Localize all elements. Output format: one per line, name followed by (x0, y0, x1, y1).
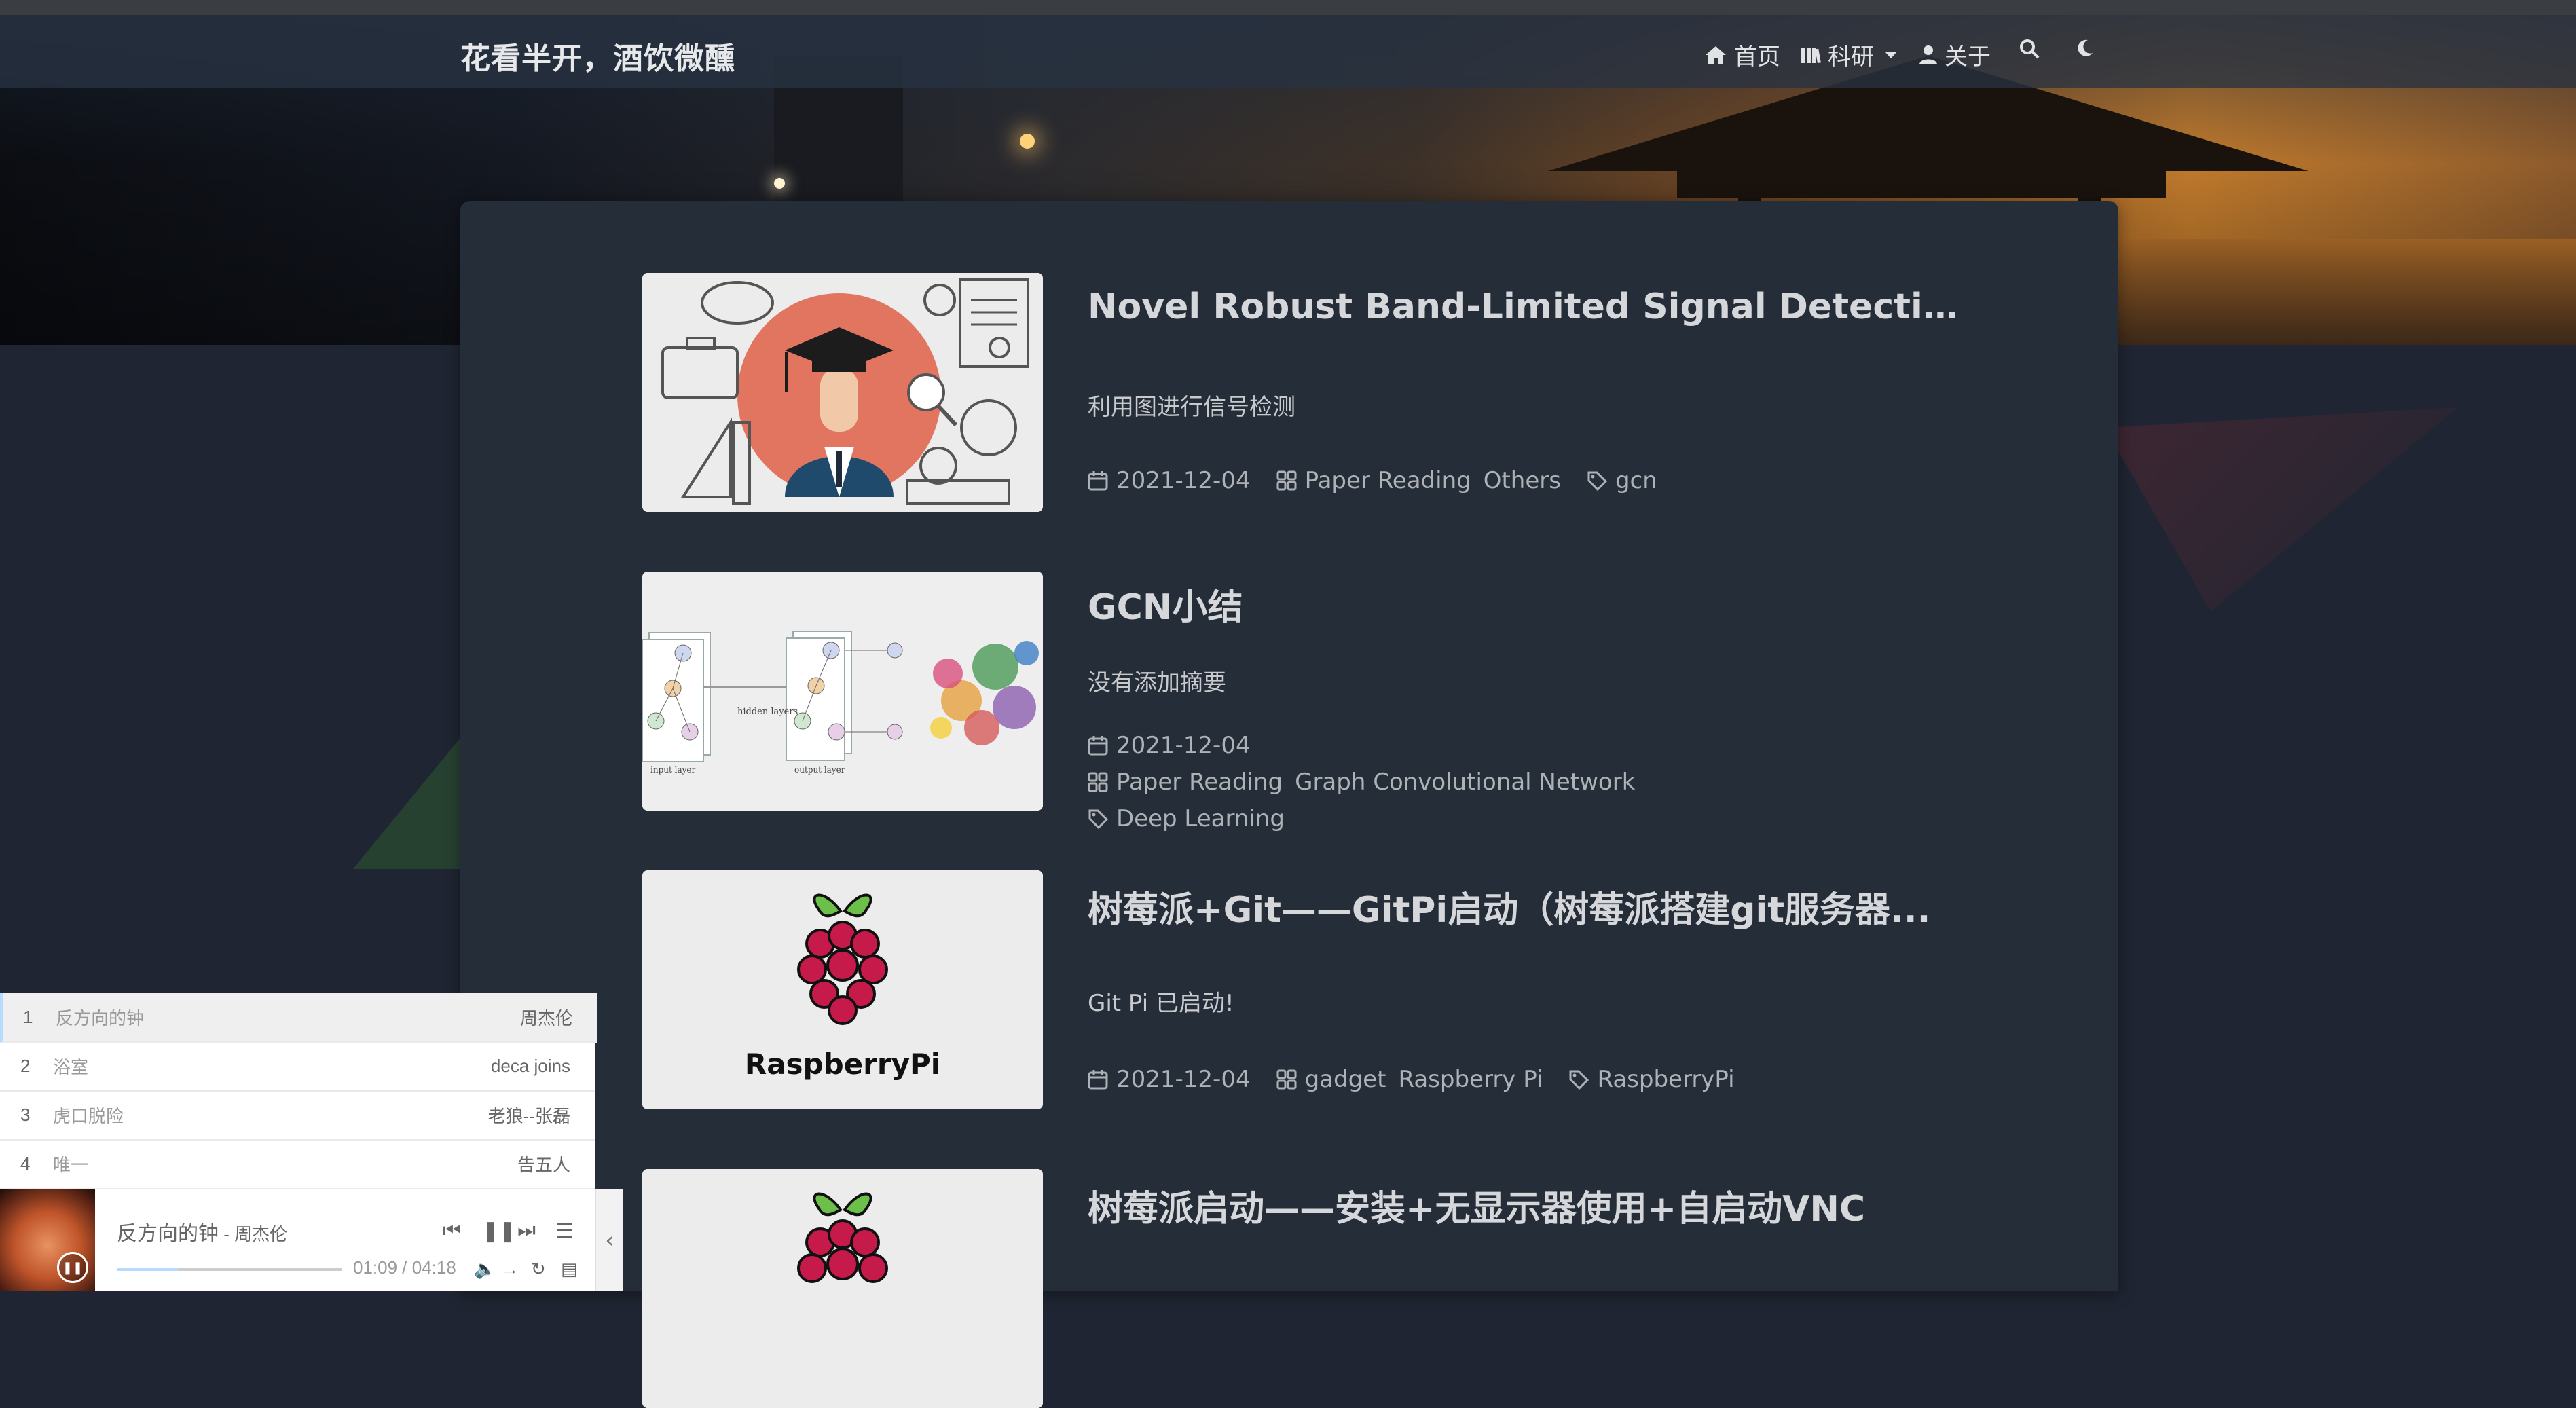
menu-icon[interactable]: ☰ (555, 1219, 574, 1243)
tag-link[interactable]: Deep Learning (1116, 805, 1285, 832)
post-summary: 利用图进行信号检测 (1088, 394, 1295, 421)
tag-icon (1088, 809, 1108, 829)
site-brand-link[interactable]: 花看半开，酒饮微醺 (460, 34, 735, 77)
graduate-illustration (642, 273, 1043, 512)
volume-icon[interactable]: 🔈 (474, 1259, 496, 1280)
nav-home-label: 首页 (1734, 43, 1780, 71)
background-decoration (2105, 407, 2458, 611)
nav-research-dropdown[interactable]: 科研 (1801, 38, 1897, 71)
category-grid-icon (1088, 772, 1108, 792)
category-grid-icon (1276, 470, 1297, 491)
post-summary: Git Pi 已启动! (1088, 990, 1234, 1017)
post-title-link[interactable]: 树莓派+Git——GitPi启动（树莓派搭建git服务器... (1088, 881, 1970, 932)
post-thumbnail-graduate[interactable] (642, 273, 1043, 512)
moon-icon (2078, 39, 2093, 56)
top-navbar: 花看半开，酒饮微醺 首页 科研 关于 (0, 15, 2576, 88)
post-date: 2021-12-04 (1088, 1066, 1251, 1093)
calendar-icon (1088, 471, 1108, 491)
category-link[interactable]: gadget (1305, 1066, 1386, 1093)
tag-link[interactable]: RaspberryPi (1597, 1066, 1734, 1093)
playlist-item[interactable]: 3 虎口脱险 老狼--张磊 (0, 1090, 595, 1141)
progress-bar[interactable] (117, 1268, 342, 1271)
tag-icon (1587, 471, 1607, 491)
gcn-diagram-illustration: hidden layers input layer output layer (642, 572, 1043, 811)
post-categories: gadget Raspberry Pi (1276, 1066, 1543, 1093)
post-title-link[interactable]: Novel Robust Band-Limited Signal Detecti… (1088, 286, 1970, 327)
post-thumbnail-raspberrypi[interactable] (642, 1169, 1043, 1408)
post-item: hidden layers input layer output layer G… (642, 572, 2068, 832)
nav-about[interactable]: 关于 (1919, 38, 1991, 71)
playlist: 1 反方向的钟 周杰伦 2 浴室 deca joins 3 虎口脱险 老狼--张… (0, 993, 597, 1189)
chevron-down-icon (1885, 51, 1897, 58)
post-categories: Paper Reading Graph Convolutional Networ… (1088, 768, 1635, 796)
post-item: Novel Robust Band-Limited Signal Detecti… (642, 273, 2068, 512)
now-playing: 反方向的钟 - 周杰伦 (117, 1217, 287, 1246)
post-thumbnail-raspberrypi[interactable]: RaspberryPi (642, 870, 1043, 1109)
now-playing-title: 反方向的钟 (117, 1223, 219, 1245)
skip-back-icon[interactable]: ⏮ (443, 1219, 461, 1242)
order-icon[interactable]: → (501, 1259, 519, 1280)
svg-text:hidden layers: hidden layers (737, 707, 798, 717)
background-decoration (353, 720, 475, 869)
post-title-link[interactable]: GCN小结 (1088, 578, 1970, 629)
album-cover[interactable]: ❚❚ (0, 1189, 95, 1291)
pause-button-icon[interactable]: ❚❚ (482, 1219, 516, 1243)
raspberrypi-logo: RaspberryPi (642, 870, 1043, 1109)
svg-text:input layer: input layer (650, 765, 695, 775)
category-link[interactable]: Paper Reading (1305, 467, 1471, 494)
nav-search-button[interactable] (2019, 38, 2040, 60)
post-tags: RaspberryPi (1568, 1066, 1735, 1093)
skip-forward-icon[interactable]: ⏭ (517, 1219, 536, 1242)
books-icon (1801, 47, 1821, 63)
now-playing-artist: - 周杰伦 (219, 1224, 288, 1244)
pause-icon[interactable]: ❚❚ (57, 1252, 88, 1283)
post-item: RaspberryPi 树莓派+Git——GitPi启动（树莓派搭建git服务器… (642, 870, 2068, 1109)
post-meta: 2021-12-04 gadget Raspberry Pi Raspberry… (1088, 1066, 1835, 1093)
progress-fill (117, 1268, 178, 1271)
nav-research-label: 科研 (1828, 43, 1874, 71)
browser-top-strip (0, 0, 2576, 15)
playback-time: 01:09 / 04:18 (353, 1257, 456, 1278)
raspberrypi-logo (642, 1169, 1043, 1408)
playlist-item[interactable]: 4 唯一 告五人 (0, 1139, 595, 1189)
chevron-left-icon: ‹ (605, 1227, 614, 1254)
calendar-icon (1088, 736, 1108, 756)
nav-about-label: 关于 (1945, 43, 1991, 71)
post-meta: 2021-12-04 Paper Reading Graph Convoluti… (1088, 732, 1835, 832)
post-date: 2021-12-04 (1088, 467, 1251, 494)
post-title-link[interactable]: 树莓派启动——安装+无显示器使用+自启动VNC (1088, 1180, 1970, 1231)
category-link[interactable]: Graph Convolutional Network (1295, 768, 1635, 796)
post-list-card: Novel Robust Band-Limited Signal Detecti… (460, 201, 2118, 1408)
category-grid-icon (1276, 1069, 1297, 1090)
search-icon (2020, 39, 2040, 59)
loop-icon[interactable]: ↻ (531, 1259, 546, 1280)
theme-toggle-button[interactable] (2074, 38, 2095, 58)
category-link[interactable]: Raspberry Pi (1398, 1066, 1543, 1093)
nav-home[interactable]: 首页 (1704, 38, 1780, 71)
svg-text:output layer: output layer (794, 765, 845, 775)
category-link[interactable]: Others (1484, 467, 1561, 494)
user-icon (1919, 45, 1937, 64)
post-summary: 没有添加摘要 (1088, 669, 1226, 697)
post-thumbnail-gcn[interactable]: hidden layers input layer output layer (642, 572, 1043, 811)
player-collapse-tab[interactable]: ‹ (595, 1189, 623, 1291)
tag-icon (1569, 1070, 1589, 1090)
home-icon (1706, 45, 1726, 64)
svg-text:RaspberryPi: RaspberryPi (745, 1048, 940, 1081)
calendar-icon (1088, 1070, 1108, 1090)
music-player: 1 反方向的钟 周杰伦 2 浴室 deca joins 3 虎口脱险 老狼--张… (0, 993, 597, 1291)
post-tags: Deep Learning (1088, 805, 1285, 832)
playlist-item[interactable]: 2 浴室 deca joins (0, 1041, 595, 1092)
tag-link[interactable]: gcn (1615, 467, 1657, 494)
post-meta: 2021-12-04 Paper Reading Others gcn (1088, 467, 1835, 494)
post-categories: Paper Reading Others (1276, 467, 1561, 494)
playlist-item[interactable]: 1 反方向的钟 周杰伦 (0, 993, 597, 1043)
post-tags: gcn (1587, 467, 1657, 494)
lyrics-icon[interactable]: ▤ (561, 1259, 578, 1280)
category-link[interactable]: Paper Reading (1116, 768, 1283, 796)
post-item: 树莓派启动——安装+无显示器使用+自启动VNC (642, 1169, 2068, 1408)
post-date: 2021-12-04 (1088, 732, 1251, 759)
